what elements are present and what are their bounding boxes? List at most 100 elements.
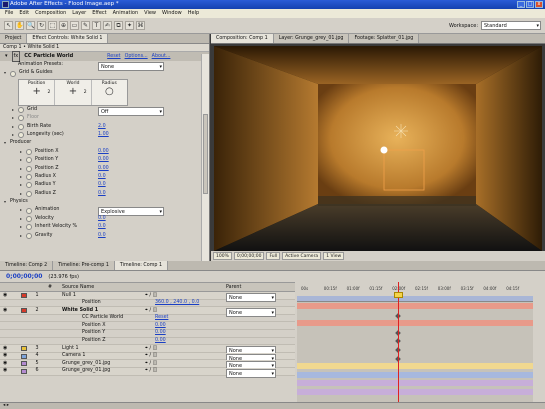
stopwatch-icon[interactable] [18, 115, 24, 122]
menu-animation[interactable]: Animation [110, 9, 142, 18]
effect-property-row[interactable]: ▸ Birth Rate 2.0 [0, 123, 209, 131]
time-ruler[interactable]: 00s00:15f01:00f01:15f02:00f02:15f03:00f0… [297, 282, 533, 302]
tool-button[interactable]: ✍ [103, 21, 112, 30]
tool-button[interactable]: ⬚ [48, 21, 57, 30]
label-color-swatch[interactable] [21, 361, 27, 367]
tab-composition[interactable]: Composition: Comp 1 [211, 34, 274, 43]
layer-name[interactable]: Light 1 [62, 345, 79, 353]
viewer-control[interactable]: Active Camera [282, 252, 322, 260]
visibility-eye-icon[interactable]: ◉ [3, 292, 9, 299]
stopwatch-icon[interactable] [26, 207, 32, 214]
reset-link[interactable]: Reset [107, 52, 120, 61]
effect-panel-scrollbar[interactable] [201, 54, 209, 261]
layer-name[interactable]: Null 1 [62, 292, 76, 299]
property-value[interactable]: 1.00 [98, 131, 109, 139]
sim-cell-position[interactable]: Position + 2 [19, 79, 56, 105]
tool-button[interactable]: ▭ [70, 21, 79, 30]
tool-button[interactable]: ↖ [4, 21, 13, 30]
stopwatch-icon[interactable] [26, 165, 32, 172]
menu-help[interactable]: Help [185, 9, 202, 18]
stopwatch-icon[interactable] [26, 174, 32, 181]
stopwatch-icon[interactable] [26, 148, 32, 155]
tab-timeline-comp2[interactable]: Timeline: Comp 2 [0, 261, 54, 270]
layer-row[interactable]: ◉ 2 White Solid 1 ⌖ ∕ ◫ None [0, 307, 295, 318]
property-value[interactable]: 0.0 [98, 181, 106, 189]
stopwatch-icon[interactable] [26, 216, 32, 223]
tab-footage[interactable]: Footage: Splatter_01.jpg [349, 34, 420, 43]
layer-switches[interactable]: ⌖ ∕ ◫ [145, 367, 157, 375]
column-source-name[interactable]: Source Name [62, 285, 94, 290]
property-value[interactable]: 0.0 [98, 232, 106, 240]
label-color-swatch[interactable] [21, 345, 27, 351]
tool-button[interactable]: T [92, 21, 101, 30]
menu-view[interactable]: View [141, 9, 159, 18]
work-area-bar[interactable] [297, 296, 533, 301]
menu-effect[interactable]: Effect [89, 9, 109, 18]
stopwatch-icon[interactable] [26, 190, 32, 197]
tool-button[interactable]: ⌘ [136, 21, 145, 30]
disclosure-icon[interactable]: ▾ [5, 52, 8, 61]
stopwatch-icon[interactable] [26, 224, 32, 231]
effect-property-row[interactable]: ▸ Velocity 0.0 [0, 215, 209, 223]
property-value[interactable]: 0.00 [155, 337, 166, 345]
property-value[interactable]: 0.00 [98, 148, 109, 156]
about-link[interactable]: About... [152, 52, 171, 61]
menu-window[interactable]: Window [159, 9, 185, 18]
effect-property-row[interactable]: ▸ Gravity 0.0 [0, 232, 209, 240]
stopwatch-icon[interactable] [26, 232, 32, 239]
label-color-swatch[interactable] [21, 368, 27, 374]
layer-name[interactable]: Camera 1 [62, 352, 85, 360]
close-button[interactable]: x [535, 1, 543, 8]
stopwatch-icon[interactable] [18, 132, 24, 139]
property-value[interactable]: 0.0 [98, 223, 106, 231]
tool-button[interactable]: ⊕ [59, 21, 68, 30]
layer-switches[interactable]: ⌖ ∕ ◫ [145, 292, 157, 299]
layer-property-row[interactable]: CC Particle World Reset [0, 315, 295, 323]
property-value[interactable]: 2.0 [98, 123, 106, 131]
effect-property-row[interactable]: ▸ Inherit Velocity % 0.0 [0, 223, 209, 231]
timeline-scrollbar[interactable]: ◂ ▸ [0, 402, 545, 409]
layer-switches[interactable]: ⌖ ∕ ◫ [145, 345, 157, 353]
tab-effect-controls[interactable]: Effect Controls: White Solid 1 [27, 34, 109, 43]
effect-property-row[interactable]: ▸ Animation Explosive [0, 206, 209, 217]
stopwatch-icon[interactable] [18, 123, 24, 130]
visibility-eye-icon[interactable]: ◉ [3, 352, 9, 360]
property-value[interactable]: Reset [155, 314, 168, 322]
label-color-swatch[interactable] [21, 292, 27, 298]
layer-row[interactable]: ◉ 6 Grunge_grey_01.jpg ⌖ ∕ ◫ None [0, 367, 295, 378]
viewer-control[interactable]: 100% [213, 252, 232, 260]
menu-composition[interactable]: Composition [32, 9, 69, 18]
viewer-control[interactable]: 0;00;00;00 [233, 252, 265, 260]
options-link[interactable]: Options... [125, 52, 148, 61]
current-timecode[interactable]: 0;00;00;00 [6, 273, 42, 280]
viewer-control[interactable]: 1 View [323, 252, 345, 260]
effect-section[interactable]: ▾ Physics [0, 198, 209, 206]
menu-edit[interactable]: Edit [16, 9, 32, 18]
stopwatch-icon[interactable] [26, 182, 32, 189]
layer-name[interactable]: White Solid 1 [62, 307, 98, 315]
timeline-tracks[interactable]: 00s00:15f01:00f01:15f02:00f02:15f03:00f0… [297, 282, 533, 402]
property-value[interactable]: 0.00 [155, 329, 166, 337]
property-value[interactable]: 0.0 [98, 190, 106, 198]
tool-button[interactable]: ⧉ [114, 21, 123, 30]
tab-timeline-comp1[interactable]: Timeline: Comp 1 [114, 261, 169, 270]
property-value[interactable]: 0.0 [98, 215, 106, 223]
layer-switches[interactable]: ⌖ ∕ ◫ [145, 352, 157, 360]
effect-property-row[interactable]: ▸ Grid Off [0, 106, 209, 116]
sim-cell-world[interactable]: World + 2 [55, 79, 92, 105]
property-value[interactable]: 360.0 , 240.0 , 0.0 [155, 299, 199, 307]
property-value[interactable]: 0.00 [98, 165, 109, 173]
layer-duration-bar[interactable] [297, 320, 533, 327]
menu-file[interactable]: File [2, 9, 16, 18]
sim-cell-radius[interactable]: Radius ○ [92, 80, 127, 105]
stopwatch-icon[interactable] [18, 106, 24, 113]
composition-viewer[interactable] [214, 46, 542, 251]
layer-row[interactable]: ◉ 1 Null 1 ⌖ ∕ ◫ None [0, 292, 295, 302]
tool-button[interactable]: ✎ [81, 21, 90, 30]
current-time-indicator[interactable] [398, 282, 399, 402]
stopwatch-icon[interactable] [10, 70, 16, 77]
parent-select[interactable]: None [226, 368, 276, 378]
visibility-eye-icon[interactable]: ◉ [3, 307, 9, 315]
menu-layer[interactable]: Layer [69, 9, 89, 18]
effect-property-row[interactable]: ▸ Floor [0, 114, 209, 122]
